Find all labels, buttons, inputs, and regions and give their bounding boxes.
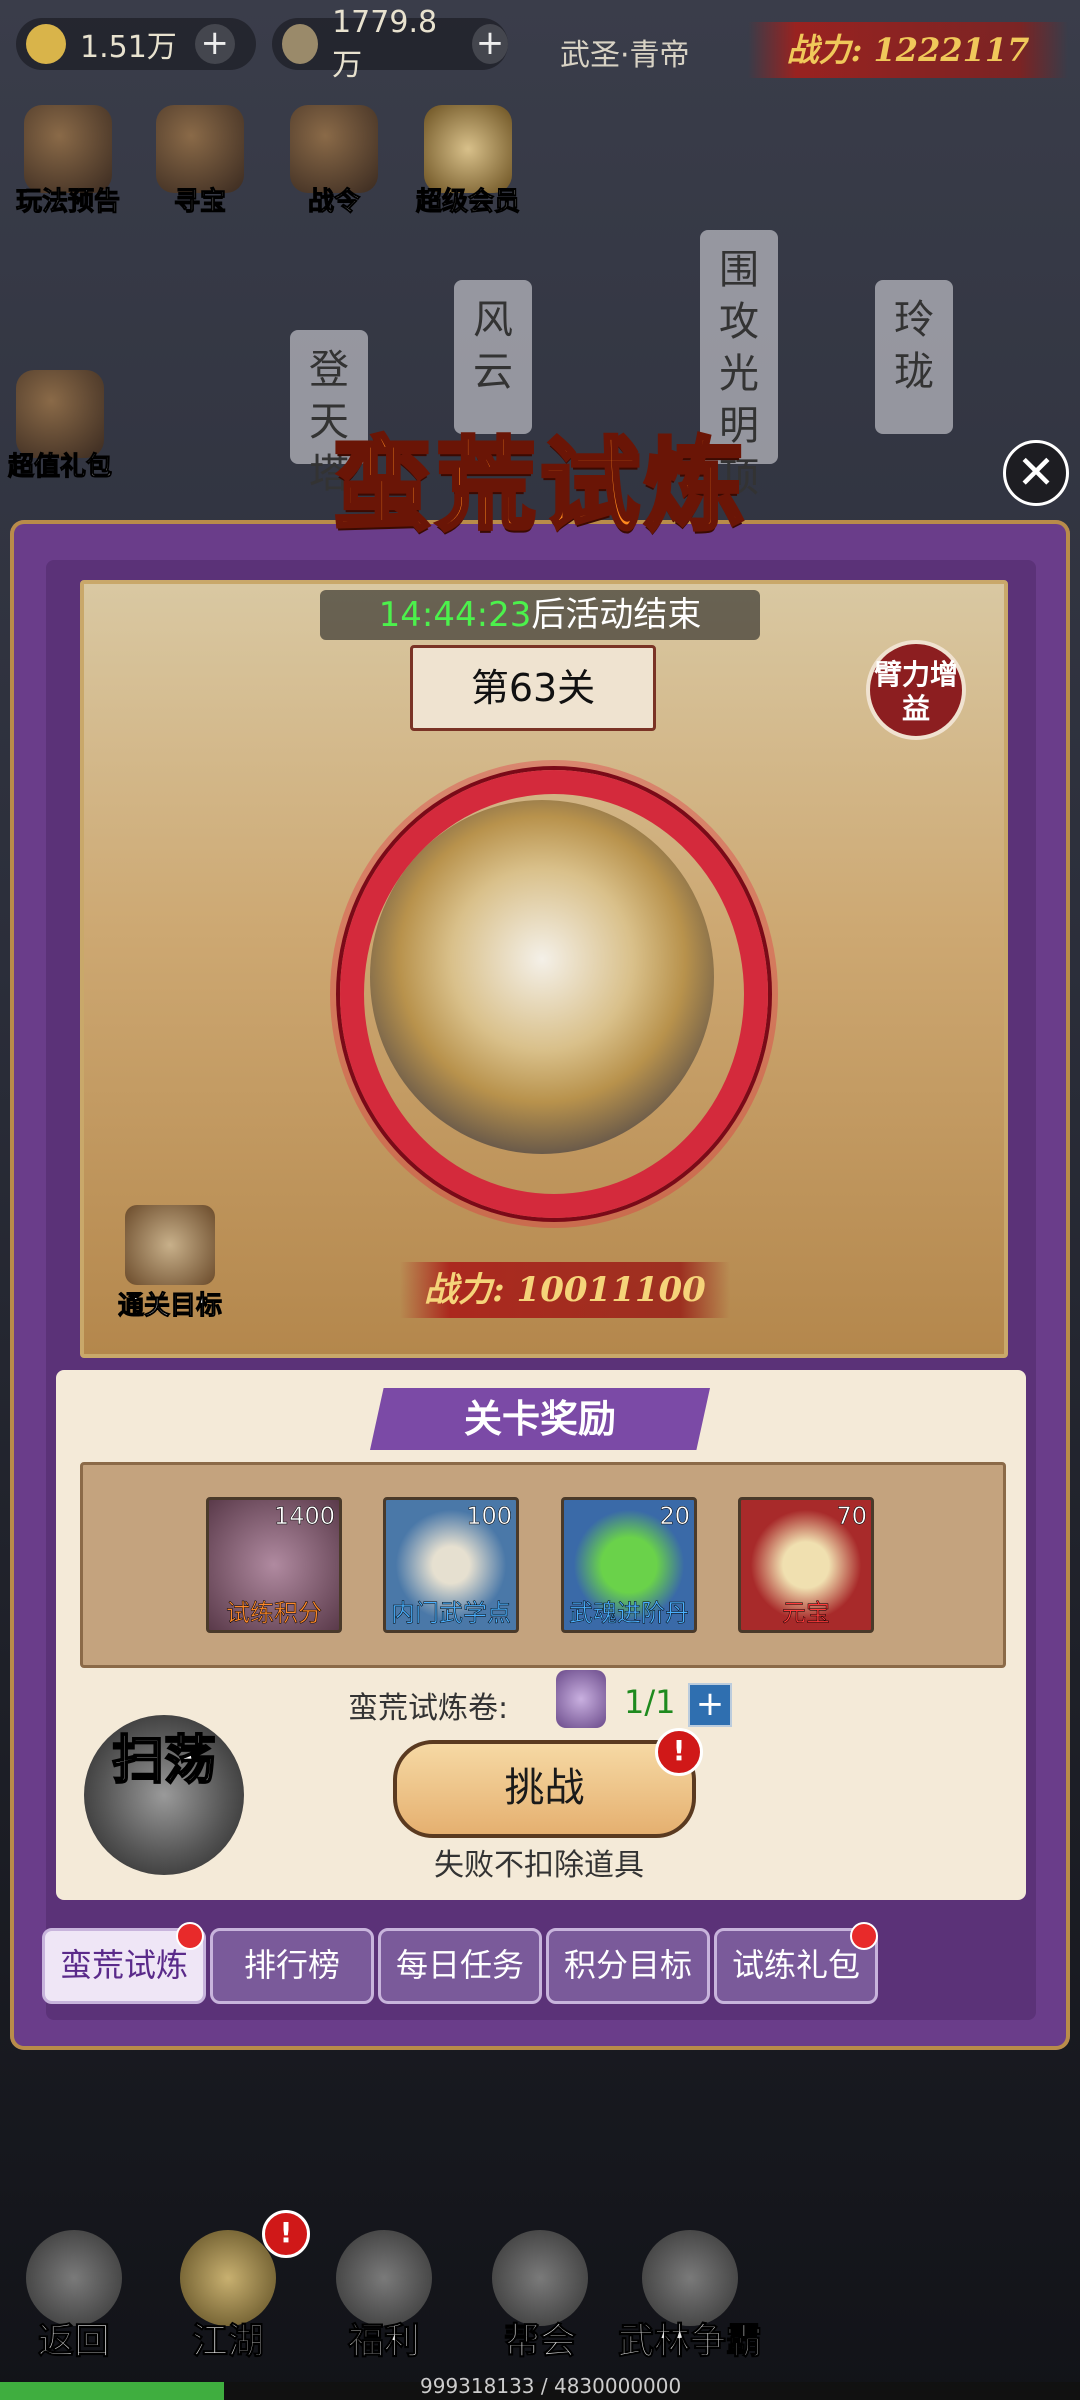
reward-name: 试练积分 <box>226 1599 323 1628</box>
battle-pass-label: 战令 <box>307 187 360 218</box>
tab-point-goals[interactable]: 积分目标 <box>546 1928 710 2004</box>
close-button[interactable]: ✕ <box>1003 440 1069 506</box>
exp-text: 999318133 / 4830000000 <box>420 2374 682 2398</box>
nav-back[interactable]: 返回 <box>14 2230 134 2370</box>
preview-button[interactable]: 玩法预告 <box>8 105 128 225</box>
reward-count: 1400 <box>273 1502 336 1531</box>
nav-jianghu-alert-icon: ! <box>262 2210 310 2258</box>
reward-item-trial-points[interactable]: 1400 试练积分 <box>206 1497 342 1633</box>
player-power: 战力: 1222117 <box>748 22 1068 78</box>
event-timer: 14:44:23后活动结束 <box>320 590 760 640</box>
armor-icon <box>290 105 378 193</box>
reward-count: 20 <box>659 1502 690 1531</box>
vip-label: 超级会员 <box>415 187 520 218</box>
gold-resource[interactable]: 1.51万 + <box>16 18 256 70</box>
reward-count: 100 <box>466 1502 512 1531</box>
preview-label: 玩法预告 <box>15 187 120 218</box>
sword-icon <box>125 1205 215 1285</box>
tab-ranking[interactable]: 排行榜 <box>210 1928 374 2004</box>
enemy-power: 战力: 10011100 <box>400 1262 730 1318</box>
scroll-icon <box>556 1670 606 1728</box>
nav-guild-label: 帮会 <box>503 2320 576 2363</box>
tab-trial-dot <box>176 1922 204 1950</box>
gift-icon <box>16 370 104 458</box>
player-title: 武圣·青帝 <box>560 38 690 73</box>
value-gift-button[interactable]: 超值礼包 <box>0 370 120 490</box>
tab-gift-dot <box>850 1922 878 1950</box>
gold-ingot-icon <box>26 24 66 64</box>
battle-pass-button[interactable]: 战令 <box>274 105 394 225</box>
vip-icon <box>424 105 512 193</box>
reward-item-martial-points[interactable]: 100 内门武学点 <box>383 1497 519 1633</box>
reward-item-yuanbao[interactable]: 70 元宝 <box>738 1497 874 1633</box>
ticket-count: 1/1 <box>624 1683 676 1721</box>
treasure-button[interactable]: 寻宝 <box>140 105 260 225</box>
dragon-ring-frame <box>340 770 768 1218</box>
clear-goal-button[interactable]: 通关目标 <box>110 1205 230 1335</box>
nav-welfare-label: 福利 <box>347 2320 420 2363</box>
reward-title: 关卡奖励 <box>370 1388 710 1450</box>
nav-jianghu-label: 江湖 <box>191 2320 264 2363</box>
timer-label: 后活动结束 <box>531 595 702 635</box>
reward-name: 内门武学点 <box>391 1599 512 1628</box>
coin-icon <box>282 24 319 64</box>
add-coin-button[interactable]: + <box>471 24 508 64</box>
timer-countdown: 14:44:23 <box>378 595 532 635</box>
challenge-alert-icon: ! <box>655 1728 703 1776</box>
stage-label: 第63关 <box>410 645 656 731</box>
tab-daily-tasks[interactable]: 每日任务 <box>378 1928 542 2004</box>
clear-goal-label: 通关目标 <box>117 1291 222 1322</box>
coin-value: 1779.8万 <box>332 4 438 83</box>
reward-item-soul-pill[interactable]: 20 武魂进阶丹 <box>561 1497 697 1633</box>
reward-name: 武魂进阶丹 <box>569 1599 690 1628</box>
chest-icon <box>156 105 244 193</box>
exp-bar-fill <box>0 2382 224 2400</box>
add-gold-button[interactable]: + <box>194 24 235 64</box>
treasure-label: 寻宝 <box>173 187 226 218</box>
gold-value: 1.51万 <box>80 30 177 65</box>
reward-name: 元宝 <box>782 1599 831 1628</box>
challenge-button[interactable]: 挑战 <box>393 1740 696 1838</box>
ticket-label: 蛮荒试炼卷: <box>348 1691 509 1726</box>
tower-sign-2: 风云 <box>454 280 532 434</box>
coin-resource[interactable]: 1779.8万 + <box>272 5 508 83</box>
value-gift-label: 超值礼包 <box>7 452 112 483</box>
strength-buff-button[interactable]: 臂力增益 <box>866 640 966 740</box>
vip-button[interactable]: 超级会员 <box>408 105 528 225</box>
no-loss-note: 失败不扣除道具 <box>434 1848 644 1883</box>
nav-tournament-label: 武林争霸 <box>617 2320 762 2363</box>
book-icon <box>24 105 112 193</box>
add-ticket-button[interactable]: + <box>688 1683 732 1727</box>
event-title: 蛮荒试炼 <box>330 424 748 546</box>
nav-tournament[interactable]: 武林争霸 <box>610 2230 770 2370</box>
nav-back-label: 返回 <box>37 2320 110 2363</box>
nav-guild[interactable]: 帮会 <box>480 2230 600 2370</box>
reward-count: 70 <box>836 1502 867 1531</box>
nav-welfare[interactable]: 福利 <box>324 2230 444 2370</box>
sweep-button[interactable]: 扫荡 <box>84 1715 244 1875</box>
top-bar: 1.51万 + 1779.8万 + 武圣·青帝 战力: 1222117 <box>0 0 1080 95</box>
tower-sign-4: 玲珑 <box>875 280 953 434</box>
